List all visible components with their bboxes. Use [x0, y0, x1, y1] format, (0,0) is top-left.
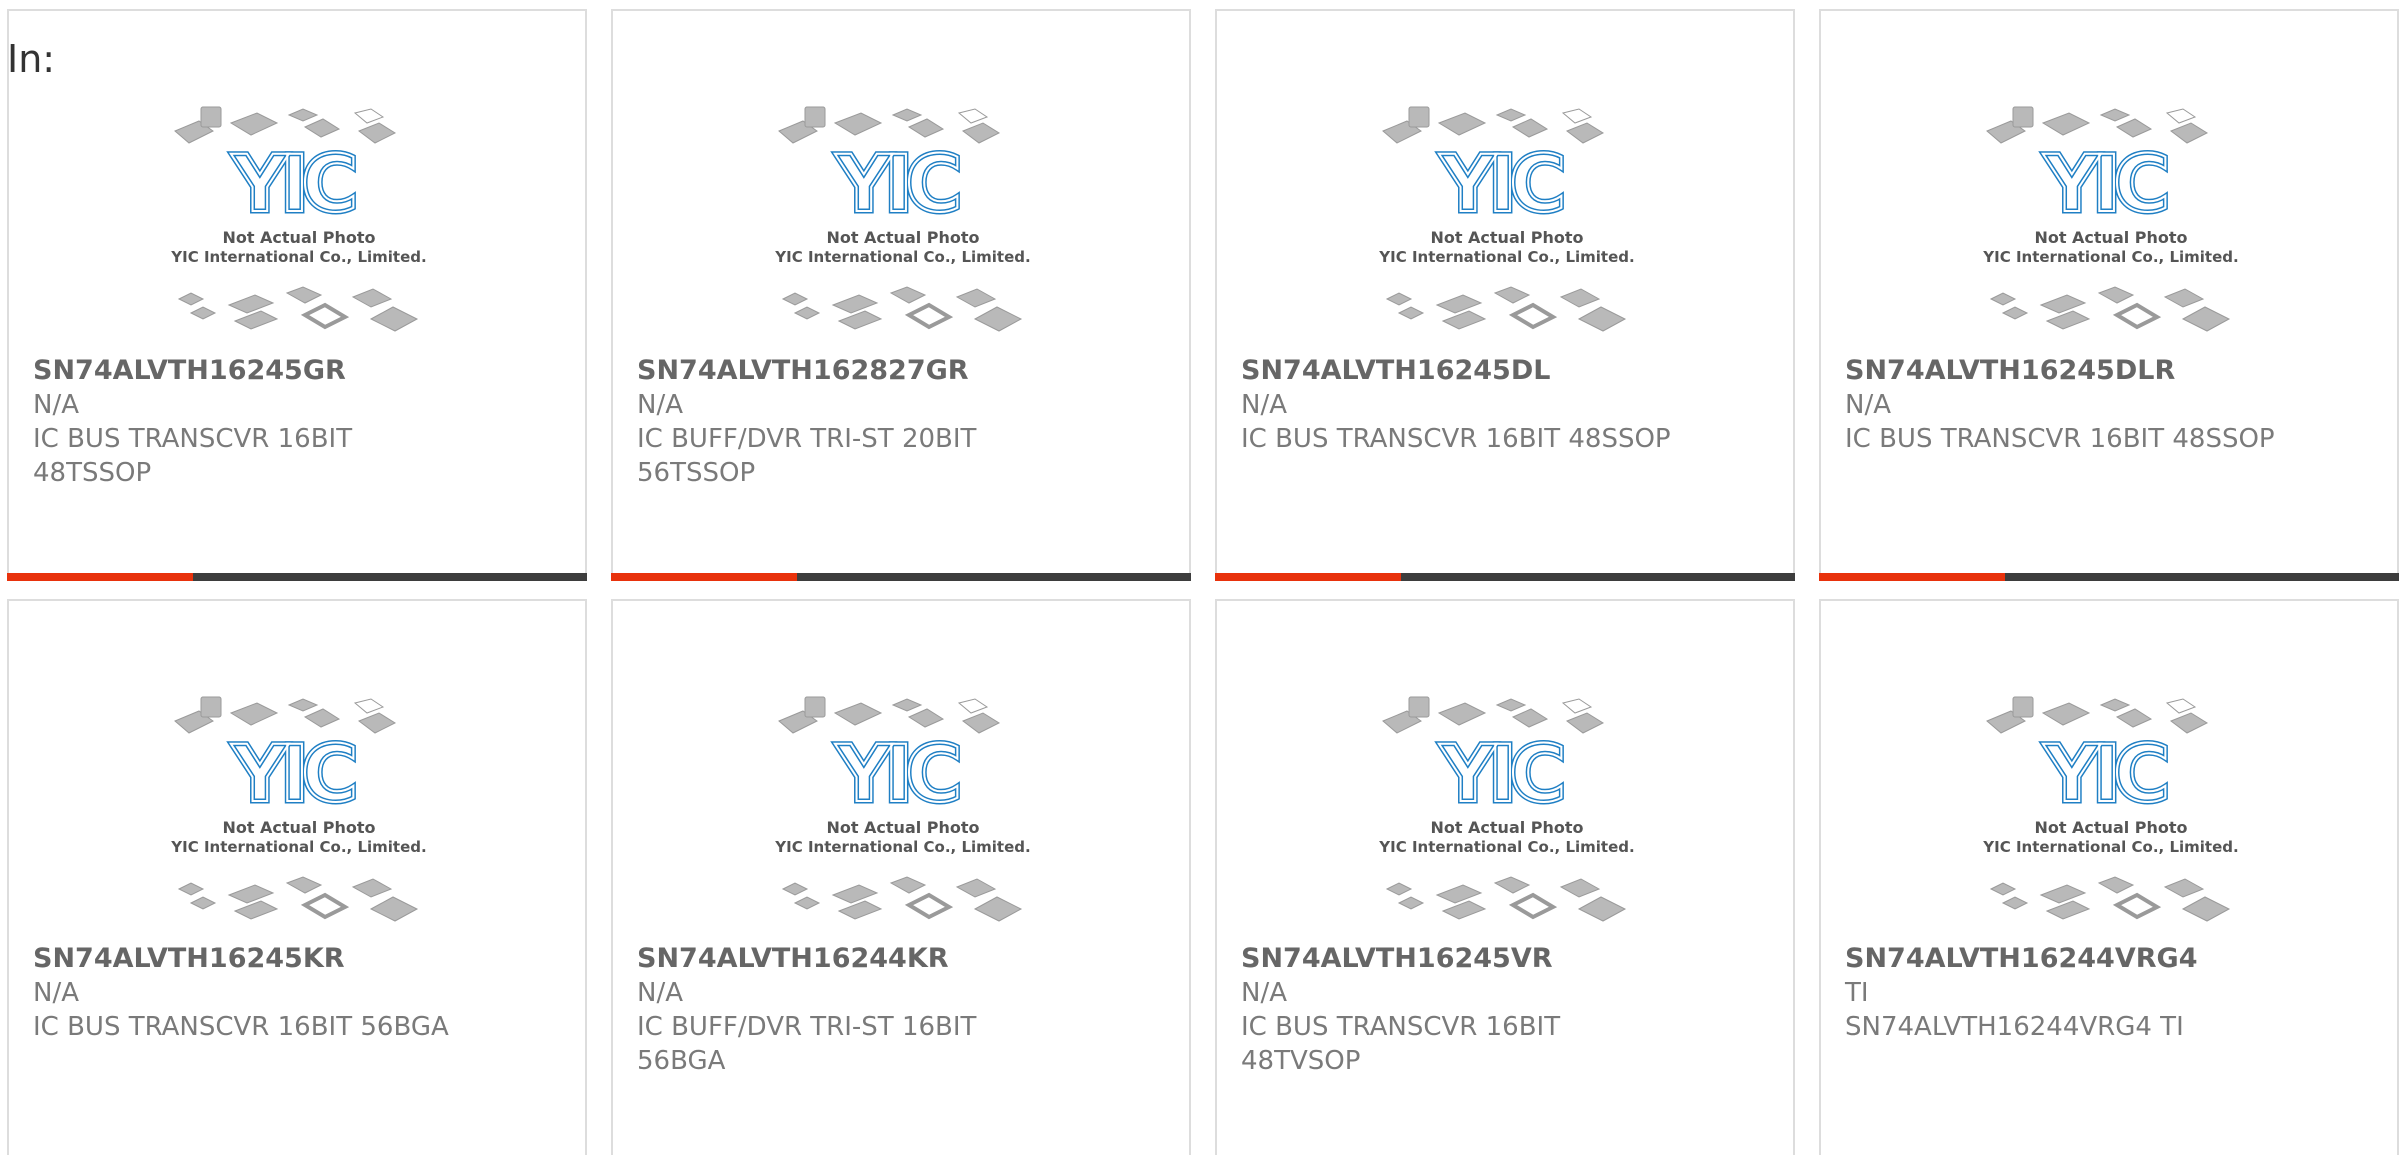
svg-text:YIC International Co., Limited: YIC International Co., Limited.: [1378, 838, 1634, 856]
product-image[interactable]: YIC YIC Not Actual Photo YIC International …: [1981, 691, 2251, 937]
svg-text:YIC International Co., Limited: YIC International Co., Limited.: [170, 248, 426, 266]
svg-text:YIC International Co., Limited: YIC International Co., Limited.: [1982, 248, 2238, 266]
svg-text:Not Actual Photo: Not Actual Photo: [222, 228, 375, 247]
part-number-link[interactable]: SN74ALVTH16245DLR: [1845, 354, 2373, 388]
svg-text:Not Actual Photo: Not Actual Photo: [1430, 818, 1583, 837]
part-number-link[interactable]: SN74ALVTH16245KR: [33, 942, 561, 976]
manufacturer: N/A: [637, 390, 683, 420]
card-bottom-bar: [611, 573, 1191, 581]
svg-text:YIC International Co., Limited: YIC International Co., Limited.: [170, 838, 426, 856]
part-number-link[interactable]: SN74ALVTH16245DL: [1241, 354, 1769, 388]
manufacturer: N/A: [1845, 390, 1891, 420]
svg-text:YIC International Co., Limited: YIC International Co., Limited.: [774, 838, 1030, 856]
svg-text:YIC: YIC: [231, 730, 355, 820]
product-card[interactable]: YIC YIC Not Actual Photo YIC International …: [611, 599, 1191, 1155]
product-image[interactable]: YIC YIC Not Actual Photo YIC International …: [1981, 101, 2251, 347]
description: SN74ALVTH16244VRG4 TI: [1845, 1012, 2184, 1042]
svg-text:Not Actual Photo: Not Actual Photo: [826, 228, 979, 247]
product-image[interactable]: YIC YIC Not Actual Photo YIC International …: [773, 101, 1043, 347]
part-number-link[interactable]: SN74ALVTH162827GR: [637, 354, 1165, 388]
card-accent-bar: [7, 573, 193, 581]
svg-text:Not Actual Photo: Not Actual Photo: [826, 818, 979, 837]
product-image[interactable]: YIC YIC Not Actual Photo YIC International …: [169, 691, 439, 937]
card-bottom-bar: [1819, 573, 2399, 581]
manufacturer: N/A: [1241, 390, 1287, 420]
svg-text:Not Actual Photo: Not Actual Photo: [222, 818, 375, 837]
card-bottom-bar: [1215, 573, 1795, 581]
card-accent-bar: [1215, 573, 1401, 581]
description: IC BUS TRANSCVR 16BIT 56BGA: [33, 1012, 449, 1042]
manufacturer: TI: [1845, 978, 1869, 1008]
product-card[interactable]: YIC YIC Not Actual Photo YIC International …: [611, 9, 1191, 581]
in-label: In:: [7, 37, 56, 81]
svg-text:YIC International Co., Limited: YIC International Co., Limited.: [1378, 248, 1634, 266]
svg-text:Not Actual Photo: Not Actual Photo: [2034, 228, 2187, 247]
svg-text:YIC: YIC: [835, 730, 959, 820]
product-image[interactable]: YIC YIC Not Actual Photo YIC International …: [773, 691, 1043, 937]
product-card[interactable]: YIC YIC Not Actual Photo YIC International …: [1215, 599, 1795, 1155]
part-number-link[interactable]: SN74ALVTH16244KR: [637, 942, 1165, 976]
description: IC BUFF/DVR TRI-ST 20BIT 56TSSOP: [637, 424, 977, 488]
svg-text:YIC: YIC: [2043, 730, 2167, 820]
card-bottom-bar: [7, 573, 587, 581]
product-card[interactable]: YIC YIC Not Actual Photo YIC International …: [7, 9, 587, 581]
product-card[interactable]: YIC YIC Not Actual Photo YIC International …: [7, 599, 587, 1155]
product-grid-page: In: YIC YIC Not Actual Photo YIC Internatio…: [0, 0, 2400, 1155]
manufacturer: N/A: [1241, 978, 1287, 1008]
description: IC BUS TRANSCVR 16BIT 48TSSOP: [33, 424, 353, 488]
manufacturer: N/A: [33, 978, 79, 1008]
description: IC BUFF/DVR TRI-ST 16BIT 56BGA: [637, 1012, 977, 1076]
product-card[interactable]: YIC YIC Not Actual Photo YIC International …: [1215, 9, 1795, 581]
part-number-link[interactable]: SN74ALVTH16244VRG4: [1845, 942, 2373, 976]
svg-text:YIC: YIC: [231, 140, 355, 230]
product-image[interactable]: YIC YIC Not Actual Photo YIC International …: [1377, 101, 1647, 347]
card-accent-bar: [611, 573, 797, 581]
manufacturer: N/A: [637, 978, 683, 1008]
svg-text:Not Actual Photo: Not Actual Photo: [1430, 228, 1583, 247]
description: IC BUS TRANSCVR 16BIT 48TVSOP: [1241, 1012, 1561, 1076]
part-number-link[interactable]: SN74ALVTH16245GR: [33, 354, 561, 388]
part-number-link[interactable]: SN74ALVTH16245VR: [1241, 942, 1769, 976]
card-accent-bar: [1819, 573, 2005, 581]
svg-text:YIC: YIC: [835, 140, 959, 230]
product-card[interactable]: YIC YIC Not Actual Photo YIC International …: [1819, 599, 2399, 1155]
description: IC BUS TRANSCVR 16BIT 48SSOP: [1241, 424, 1671, 454]
svg-text:YIC International Co., Limited: YIC International Co., Limited.: [774, 248, 1030, 266]
svg-text:YIC: YIC: [1439, 730, 1563, 820]
product-card[interactable]: YIC YIC Not Actual Photo YIC International …: [1819, 9, 2399, 581]
product-image[interactable]: YIC YIC Not Actual Photo YIC International …: [169, 101, 439, 347]
svg-text:YIC: YIC: [2043, 140, 2167, 230]
manufacturer: N/A: [33, 390, 79, 420]
svg-text:YIC International Co., Limited: YIC International Co., Limited.: [1982, 838, 2238, 856]
product-image[interactable]: YIC YIC Not Actual Photo YIC International …: [1377, 691, 1647, 937]
description: IC BUS TRANSCVR 16BIT 48SSOP: [1845, 424, 2275, 454]
svg-text:YIC: YIC: [1439, 140, 1563, 230]
svg-text:Not Actual Photo: Not Actual Photo: [2034, 818, 2187, 837]
